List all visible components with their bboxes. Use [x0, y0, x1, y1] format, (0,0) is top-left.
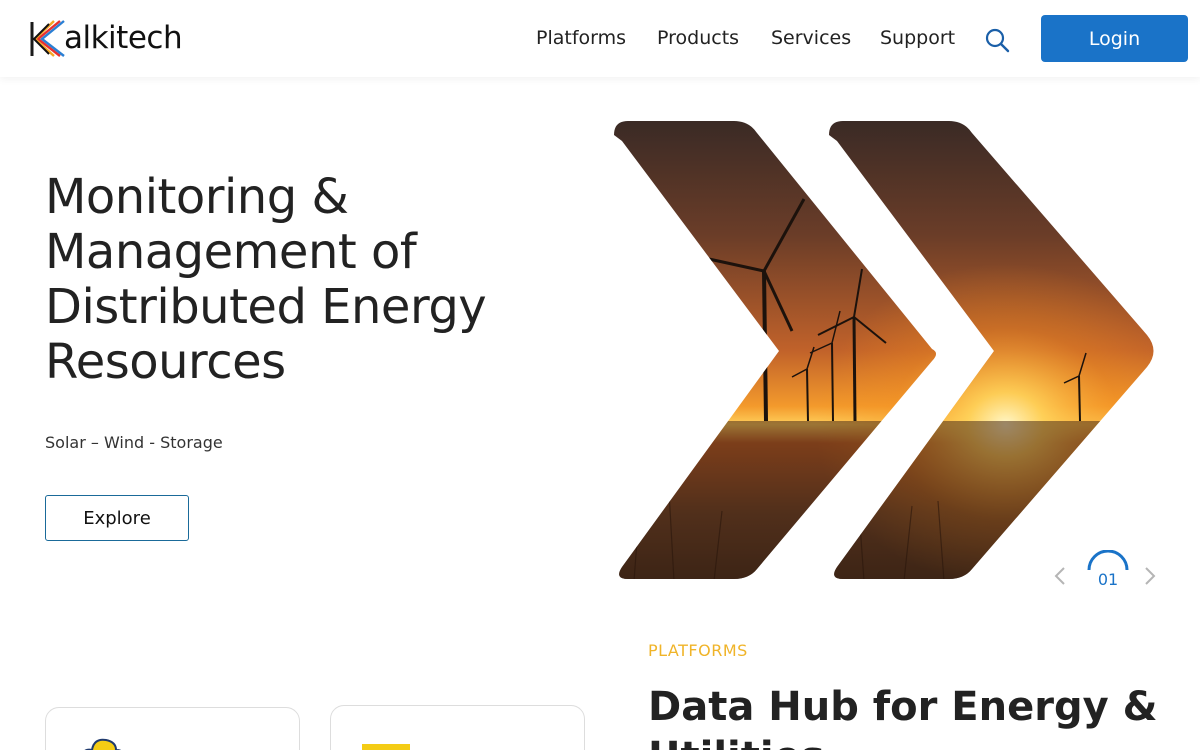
- hero-title-line: Monitoring &: [45, 169, 349, 225]
- kalkitech-logo[interactable]: alkitech: [30, 17, 183, 59]
- search-icon[interactable]: [984, 27, 1010, 53]
- nav-services[interactable]: Services: [771, 27, 851, 49]
- hero-subtitle: Solar – Wind - Storage: [45, 433, 223, 452]
- chevron-right-icon[interactable]: [1142, 565, 1158, 587]
- nav-products[interactable]: Products: [657, 27, 739, 49]
- nav-support[interactable]: Support: [880, 27, 955, 49]
- hero-title-line: Management of: [45, 224, 417, 280]
- section-title-line: Data Hub for Energy &: [648, 684, 1158, 730]
- site-header: alkitech Platforms Products Services Sup…: [0, 0, 1200, 77]
- chevron-left-icon[interactable]: [1052, 565, 1068, 587]
- section-label: PLATFORMS: [648, 641, 748, 660]
- platform-card[interactable]: [45, 707, 300, 750]
- hero-wind-turbine-image: [614, 121, 1154, 579]
- logo-text: alkitech: [64, 19, 183, 56]
- slide-number: 01: [1097, 570, 1119, 589]
- nav-platforms[interactable]: Platforms: [536, 27, 626, 49]
- login-button[interactable]: Login: [1041, 15, 1188, 62]
- logo-k-mark-icon: [30, 20, 65, 57]
- section-title-line: Utilities: [648, 732, 1168, 750]
- panel-icon: [362, 744, 410, 750]
- section-title: Data Hub for Energy & Utilities: [648, 682, 1168, 750]
- platform-card[interactable]: [330, 705, 585, 750]
- cloud-icon: [84, 738, 122, 750]
- hero-title-line: Distributed Energy: [45, 279, 487, 335]
- explore-button[interactable]: Explore: [45, 495, 189, 541]
- hero-title: Monitoring & Management of Distributed E…: [45, 170, 565, 390]
- hero-title-line: Resources: [45, 334, 286, 390]
